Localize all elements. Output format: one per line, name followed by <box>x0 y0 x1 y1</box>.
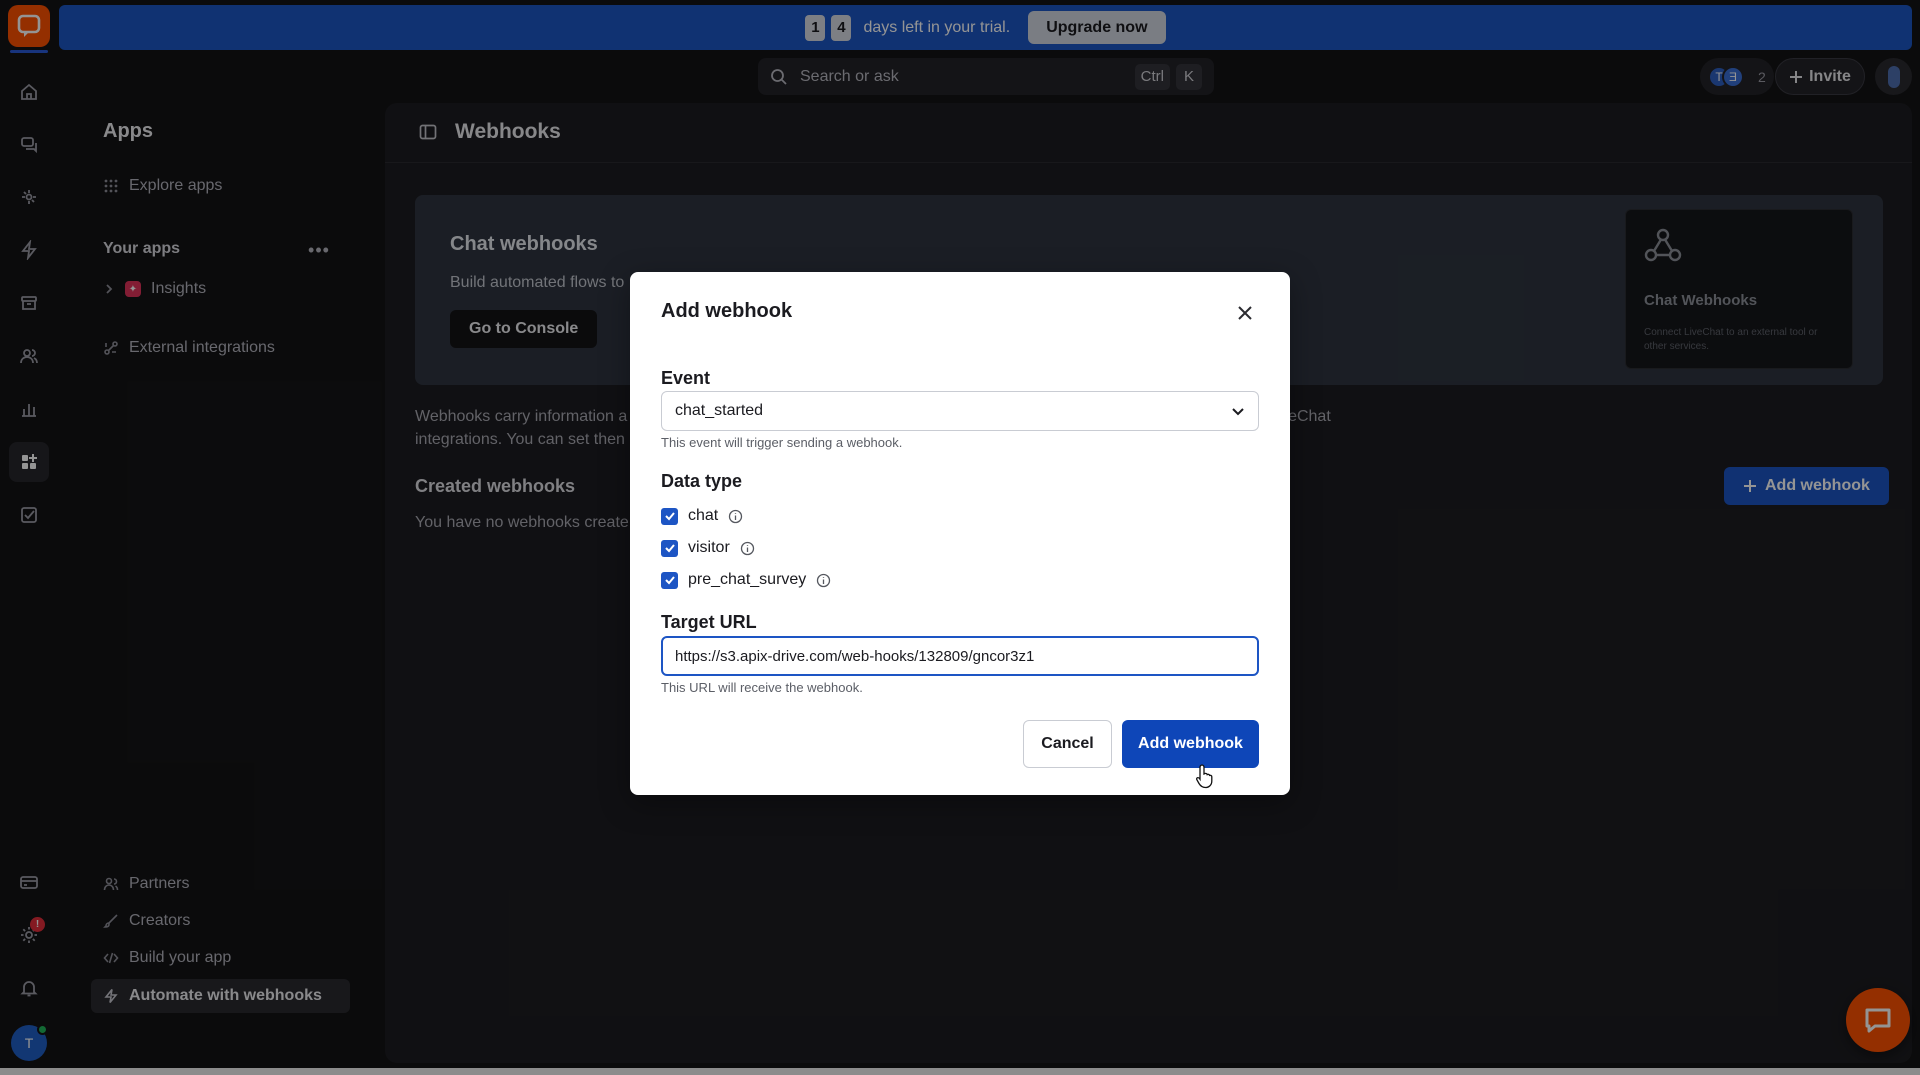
data-type-label: Data type <box>661 471 743 491</box>
event-select[interactable]: chat_started <box>661 391 1259 431</box>
info-icon[interactable] <box>740 541 755 556</box>
data-type-chat[interactable]: chat <box>661 505 743 527</box>
submit-add-webhook-button[interactable]: Add webhook <box>1122 720 1259 768</box>
target-url-hint: This URL will receive the webhook. <box>661 680 863 695</box>
data-type-visitor[interactable]: visitor <box>661 537 755 559</box>
checkbox-checked[interactable] <box>661 539 678 557</box>
target-url-input[interactable] <box>661 636 1259 676</box>
checkbox-checked[interactable] <box>661 507 678 525</box>
target-url-label: Target URL <box>661 612 757 632</box>
chevron-down-icon <box>1231 404 1245 418</box>
event-value: chat_started <box>675 402 764 419</box>
data-type-pre-chat-survey[interactable]: pre_chat_survey <box>661 569 831 591</box>
checkbox-label: visitor <box>688 539 730 556</box>
event-label: Event <box>661 368 711 388</box>
hand-cursor-icon <box>1195 763 1217 789</box>
close-icon[interactable] <box>1231 299 1259 327</box>
dialog-title: Add webhook <box>661 300 793 322</box>
checkbox-label: chat <box>688 507 719 524</box>
cancel-button[interactable]: Cancel <box>1023 720 1112 768</box>
info-icon[interactable] <box>816 573 831 588</box>
checkbox-checked[interactable] <box>661 571 678 589</box>
info-icon[interactable] <box>728 509 743 524</box>
event-hint: This event will trigger sending a webhoo… <box>661 435 903 450</box>
checkbox-label: pre_chat_survey <box>688 571 807 588</box>
add-webhook-dialog: Add webhook Event chat_started This even… <box>630 272 1290 795</box>
